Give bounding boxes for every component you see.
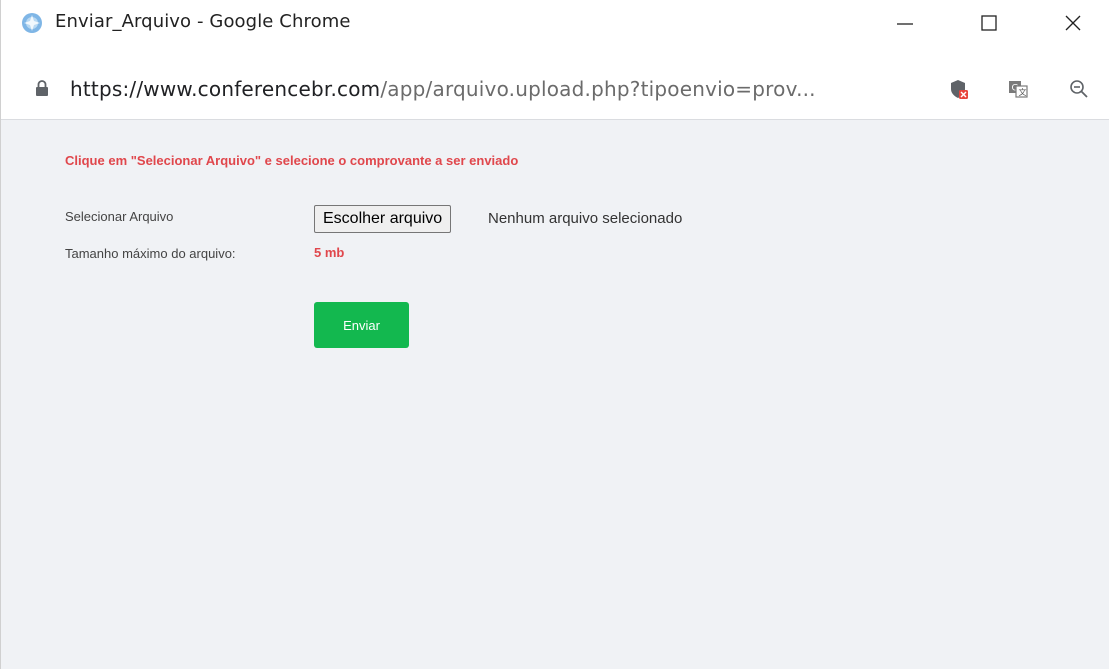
address-bar[interactable]: https://www.conferencebr.com/app/arquivo… bbox=[1, 46, 1109, 120]
minimize-icon bbox=[897, 23, 913, 25]
app-icon bbox=[22, 13, 42, 33]
page-content: Clique em "Selecionar Arquivo" e selecio… bbox=[1, 121, 1109, 669]
instruction-text: Clique em "Selecionar Arquivo" e selecio… bbox=[65, 153, 519, 168]
file-label: Selecionar Arquivo bbox=[65, 209, 174, 224]
browser-popup-window: Enviar_Arquivo - Google Chrome https://w… bbox=[0, 0, 1109, 669]
url-host: https://www.conferencebr.com bbox=[70, 77, 381, 101]
lock-icon[interactable] bbox=[35, 80, 49, 96]
title-bar[interactable]: Enviar_Arquivo - Google Chrome bbox=[1, 0, 1109, 46]
minimize-button[interactable] bbox=[873, 0, 937, 46]
submit-button[interactable]: Enviar bbox=[314, 302, 409, 348]
max-size-label: Tamanho máximo do arquivo: bbox=[65, 246, 236, 261]
window-title: Enviar_Arquivo - Google Chrome bbox=[55, 11, 351, 32]
url-text[interactable]: https://www.conferencebr.com/app/arquivo… bbox=[70, 77, 816, 101]
close-button[interactable] bbox=[1041, 0, 1105, 46]
url-path: /app/arquivo.upload.php?tipoenvio=prov..… bbox=[380, 77, 816, 101]
choose-file-button[interactable]: Escolher arquivo bbox=[314, 205, 452, 233]
translate-icon[interactable]: G 文 bbox=[1007, 78, 1029, 100]
maximize-icon bbox=[981, 15, 997, 31]
file-status-text: Nenhum arquivo selecionado bbox=[488, 210, 683, 227]
max-size-value: 5 mb bbox=[314, 245, 345, 260]
shield-blocked-icon[interactable] bbox=[948, 78, 970, 100]
svg-text:文: 文 bbox=[1019, 87, 1027, 97]
close-icon bbox=[1065, 15, 1081, 31]
zoom-icon[interactable] bbox=[1068, 78, 1090, 100]
maximize-button[interactable] bbox=[957, 0, 1021, 46]
